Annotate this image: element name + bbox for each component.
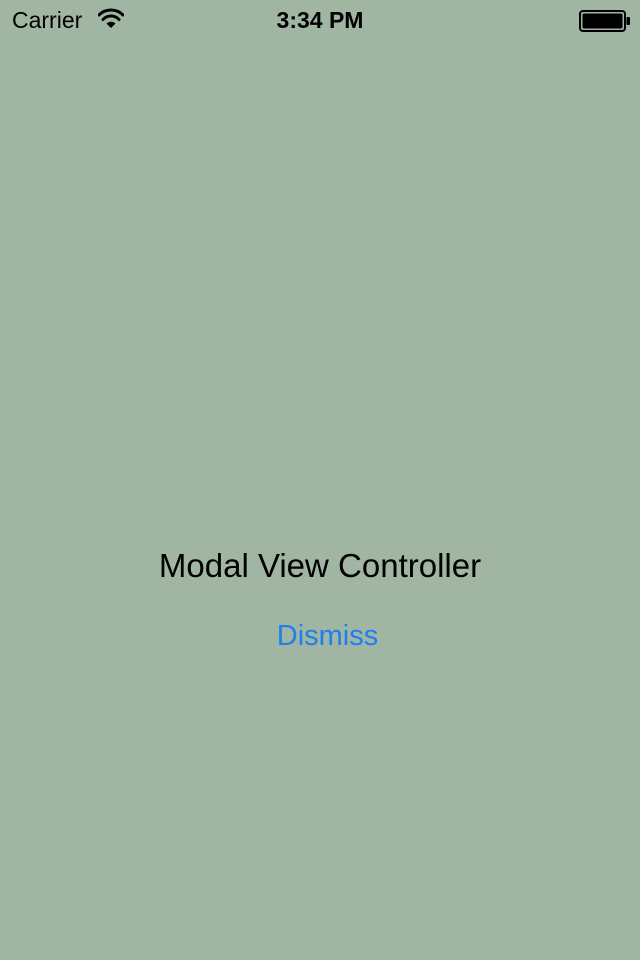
status-time: 3:34 PM: [276, 7, 364, 33]
page-title: Modal View Controller: [158, 547, 482, 584]
status-bar: Carrier 3:34 PM: [0, 0, 640, 40]
battery-full-icon: [579, 10, 631, 32]
dismiss-button[interactable]: Dismiss: [250, 614, 405, 658]
